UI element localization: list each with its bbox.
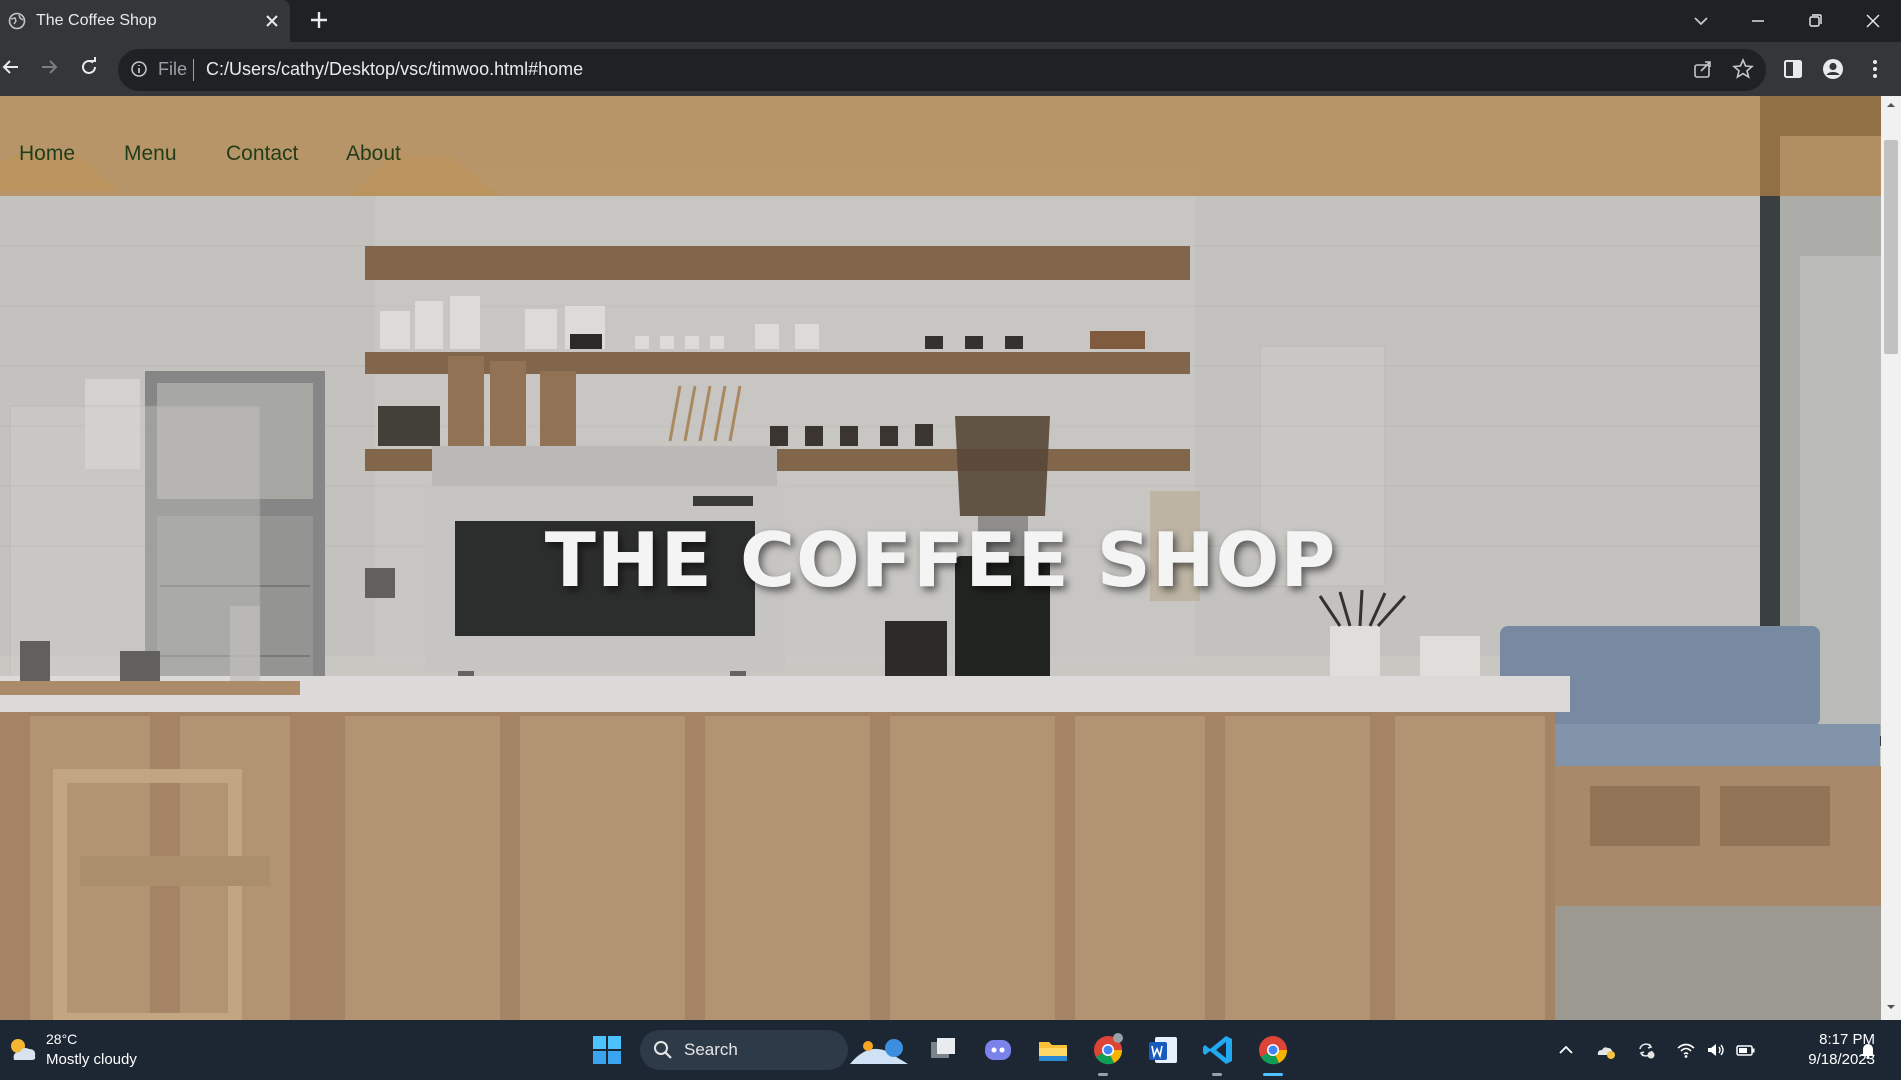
close-window-icon[interactable]: [1860, 8, 1886, 34]
minimize-icon[interactable]: [1745, 8, 1771, 34]
info-icon[interactable]: [130, 60, 148, 78]
back-arrow-icon[interactable]: [0, 56, 22, 78]
active-app-indicator: [1263, 1073, 1283, 1076]
side-panel-icon[interactable]: [1782, 58, 1804, 80]
running-indicator: [1212, 1073, 1222, 1076]
scrollbar-thumb[interactable]: [1884, 140, 1898, 354]
chrome-icon[interactable]: [1090, 1032, 1126, 1068]
tab-search-chevron-down-icon[interactable]: [1688, 8, 1714, 34]
scroll-down-arrow-icon[interactable]: [1886, 1002, 1896, 1012]
browser-tab[interactable]: The Coffee Shop: [0, 0, 290, 42]
forward-arrow-icon[interactable]: [38, 56, 60, 78]
onedrive-warning-icon[interactable]: [1596, 1040, 1616, 1060]
nav-contact-link[interactable]: Contact: [226, 142, 298, 166]
url-text[interactable]: C:/Users/cathy/Desktop/vsc/timwoo.html#h…: [206, 59, 583, 80]
menu-kebab-icon[interactable]: [1864, 58, 1886, 80]
weather-temperature[interactable]: 28°C: [46, 1031, 77, 1047]
volume-icon[interactable]: [1706, 1040, 1726, 1060]
reload-icon[interactable]: [78, 56, 100, 78]
restore-icon[interactable]: [1802, 8, 1828, 34]
running-indicator: [1098, 1073, 1108, 1076]
vscode-icon[interactable]: [1200, 1032, 1236, 1068]
task-view-icon[interactable]: [925, 1032, 961, 1068]
page-viewport: Home Menu Contact About THE COFFEE SHOP: [0, 96, 1881, 1020]
word-icon[interactable]: [1145, 1032, 1181, 1068]
nav-home-link[interactable]: Home: [19, 142, 75, 166]
start-icon[interactable]: [589, 1032, 625, 1068]
file-explorer-icon[interactable]: [1035, 1032, 1071, 1068]
chevron-up-icon[interactable]: [1556, 1040, 1576, 1060]
sync-icon[interactable]: [1636, 1040, 1656, 1060]
weather-condition[interactable]: Mostly cloudy: [46, 1051, 137, 1068]
scheme-label: File: [158, 59, 188, 79]
share-icon[interactable]: [1692, 58, 1714, 80]
wifi-icon[interactable]: [1676, 1040, 1696, 1060]
search-icon: [654, 1041, 672, 1059]
partly-cloudy-icon[interactable]: [6, 1034, 38, 1064]
tab-strip: The Coffee Shop: [0, 0, 1901, 42]
teams-chat-icon[interactable]: [980, 1032, 1016, 1068]
nav-menu-link[interactable]: Menu: [124, 142, 177, 166]
site-navbar: Home Menu Contact About: [0, 96, 1881, 196]
taskbar-search-label: Search: [684, 1040, 738, 1059]
tab-title: The Coffee Shop: [36, 12, 157, 29]
new-tab-icon[interactable]: [308, 9, 330, 31]
profile-icon[interactable]: [1822, 58, 1844, 80]
scroll-up-arrow-icon[interactable]: [1886, 100, 1896, 110]
close-tab-icon[interactable]: [262, 11, 282, 31]
nav-about-link[interactable]: About: [346, 142, 401, 166]
search-highlight-art-icon: [850, 1039, 908, 1064]
hero-title: THE COFFEE SHOP: [544, 516, 1337, 604]
battery-charging-icon[interactable]: [1736, 1040, 1756, 1060]
bookmark-star-icon[interactable]: [1732, 58, 1754, 80]
globe-icon: [8, 12, 26, 30]
notification-bell-icon[interactable]: [1858, 1040, 1878, 1060]
omnibox-divider: [193, 59, 194, 81]
chrome-icon[interactable]: [1255, 1032, 1291, 1068]
